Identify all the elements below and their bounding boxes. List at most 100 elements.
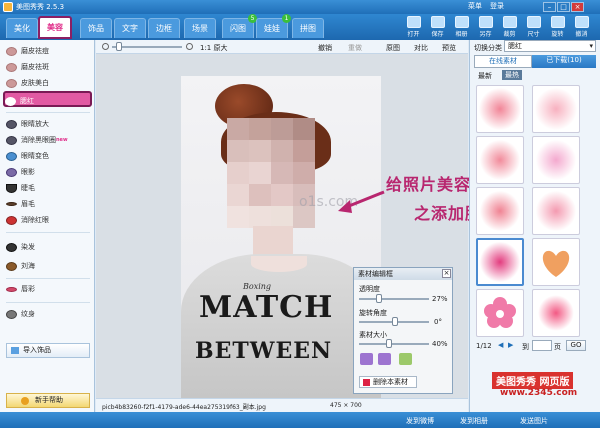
size-slider[interactable] (359, 343, 429, 345)
menu-link[interactable]: 菜单 (468, 1, 482, 11)
open-button[interactable]: 打开 (402, 15, 425, 39)
beginner-help-button[interactable]: 新手帮助 (6, 393, 90, 408)
minimize-button[interactable]: – (543, 2, 556, 12)
zoom-slider-thumb[interactable] (116, 42, 122, 51)
sidebar-item-hair-dye[interactable]: 染发 (6, 239, 92, 255)
tab-text[interactable]: 文字 (114, 18, 146, 38)
sidebar-item-label: 眼影 (21, 168, 35, 176)
tab-scene[interactable]: 场景 (184, 18, 216, 38)
share-album-link[interactable]: 发到相册 (460, 416, 488, 426)
sidebar-item-lip-color[interactable]: 唇彩 (6, 281, 92, 297)
album-button[interactable]: 相册 (450, 15, 473, 39)
flower-swatch[interactable] (476, 289, 524, 337)
eyeshadow-icon (6, 167, 17, 177)
tab-flash-label: 闪图 (230, 24, 246, 33)
close-icon[interactable]: × (442, 269, 451, 278)
sidebar-item-eyebrow[interactable]: 眉毛 (6, 196, 92, 212)
blush-swatch[interactable] (532, 136, 580, 184)
login-link[interactable]: 登录 (490, 1, 504, 11)
photo-image[interactable]: Boxing MATCH BETWEEN o1s.com (181, 76, 381, 398)
zoom-out-icon[interactable] (102, 43, 109, 50)
flip-vertical-icon[interactable] (378, 353, 391, 365)
tab-accessories[interactable]: 饰品 (80, 18, 112, 38)
import-accessory-button[interactable]: 导入饰品 (6, 343, 90, 358)
eyelash-icon (6, 183, 17, 193)
undo-toolbar-button[interactable]: 撤消 (570, 15, 593, 39)
page-indicator: 1/12 (476, 342, 492, 350)
tab-doll[interactable]: 娃娃 1 (256, 14, 291, 38)
tab-online-materials[interactable]: 在线素材 (474, 55, 532, 68)
blush-swatch[interactable] (532, 289, 580, 337)
flip-horizontal-icon[interactable] (360, 353, 373, 365)
copy-icon[interactable] (399, 353, 412, 365)
maximize-button[interactable]: □ (557, 2, 570, 12)
opacity-slider-thumb[interactable] (376, 294, 382, 303)
tab-beautify[interactable]: 美化 (6, 18, 38, 38)
sidebar-item-smooth-spots[interactable]: 磨皮祛斑 (6, 59, 92, 75)
sidebar-item-label: 刘海 (21, 262, 35, 270)
material-panel: 切换分类 腮红 ▾ 在线素材 已下载(10) 最新 最热 1/12 ◀ ▶ 到 页… (469, 40, 600, 412)
sidebar-item-label: 眼睛放大 (21, 120, 49, 128)
save-as-button[interactable]: 另存 (474, 15, 497, 39)
rotation-slider-thumb[interactable] (392, 317, 398, 326)
sidebar-item-dark-circles[interactable]: 消除黑眼圈new (6, 132, 92, 148)
original-button[interactable]: 原图 (386, 43, 400, 53)
overlay-logo: 美图秀秀 网页版 (492, 372, 574, 389)
actual-size-button[interactable]: 1:1 原大 (200, 43, 228, 53)
size-value: 40% (432, 340, 448, 348)
zoom-slider[interactable] (112, 46, 182, 48)
blush-swatch[interactable] (532, 85, 580, 133)
rotate-button[interactable]: 旋转 (546, 15, 569, 39)
resize-button[interactable]: 尺寸 (522, 15, 545, 39)
tab-doll-label: 娃娃 (264, 24, 280, 33)
sidebar-item-whiten[interactable]: 皮肤美白 (6, 75, 92, 91)
tab-downloaded-materials[interactable]: 已下载(10) (532, 55, 596, 68)
sidebar-item-tattoo[interactable]: 纹身 (6, 306, 92, 322)
next-page-icon[interactable]: ▶ (508, 341, 513, 349)
blush-swatch[interactable] (476, 136, 524, 184)
go-button[interactable]: GO (566, 340, 586, 351)
category-select[interactable]: 腮红 ▾ (504, 40, 596, 52)
app-icon (3, 2, 13, 12)
sidebar-item-eyeshadow[interactable]: 眼影 (6, 164, 92, 180)
sub-tab-hot[interactable]: 最热 (502, 70, 522, 80)
zoom-in-icon[interactable] (186, 43, 193, 50)
preview-button[interactable]: 预览 (442, 43, 456, 53)
undo-button[interactable]: 撤销 (318, 43, 332, 53)
share-weibo-link[interactable]: 发到微博 (406, 416, 434, 426)
help-icon (21, 397, 29, 405)
send-image-link[interactable]: 发送图片 (520, 416, 548, 426)
tab-cosmetic[interactable]: 美容 (38, 16, 72, 39)
chevron-down-icon: ▾ (589, 42, 593, 50)
sidebar-item-red-eye[interactable]: 消除红眼 (6, 212, 92, 228)
sidebar-item-eye-enlarge[interactable]: 眼睛放大 (6, 116, 92, 132)
sidebar-item-smooth-acne[interactable]: 磨皮祛痘 (6, 43, 92, 59)
opacity-slider[interactable] (359, 298, 429, 300)
save-button[interactable]: 保存 (426, 15, 449, 39)
size-slider-thumb[interactable] (386, 339, 392, 348)
blush-swatch[interactable] (476, 187, 524, 235)
sidebar-item-eye-color[interactable]: 眼睛变色 (6, 148, 92, 164)
sidebar-item-label: 皮肤美白 (21, 79, 49, 87)
heart-swatch[interactable] (532, 238, 580, 286)
sidebar-item-bangs[interactable]: 刘海 (6, 258, 92, 274)
shirt-shape (181, 254, 381, 398)
sidebar-item-eyelash[interactable]: 睫毛 (6, 180, 92, 196)
sidebar-item-label: 磨皮祛斑 (21, 63, 49, 71)
redo-button[interactable]: 重做 (348, 43, 362, 53)
delete-material-button[interactable]: 删除本素材 (359, 376, 417, 388)
tab-collage[interactable]: 拼图 (292, 18, 324, 38)
prev-page-icon[interactable]: ◀ (498, 341, 503, 349)
sidebar-item-blush[interactable]: 腮红 (3, 91, 92, 107)
save-as-label: 另存 (479, 31, 492, 38)
tab-frame[interactable]: 边框 (148, 18, 180, 38)
blush-swatch-selected[interactable] (476, 238, 524, 286)
blush-swatch[interactable] (532, 187, 580, 235)
close-button[interactable]: × (571, 2, 584, 12)
crop-button[interactable]: 裁剪 (498, 15, 521, 39)
tab-flash[interactable]: 闪图 5 (222, 14, 257, 38)
compare-button[interactable]: 对比 (414, 43, 428, 53)
sub-tab-latest[interactable]: 最新 (478, 71, 492, 81)
page-number-input[interactable] (532, 340, 552, 351)
blush-swatch[interactable] (476, 85, 524, 133)
